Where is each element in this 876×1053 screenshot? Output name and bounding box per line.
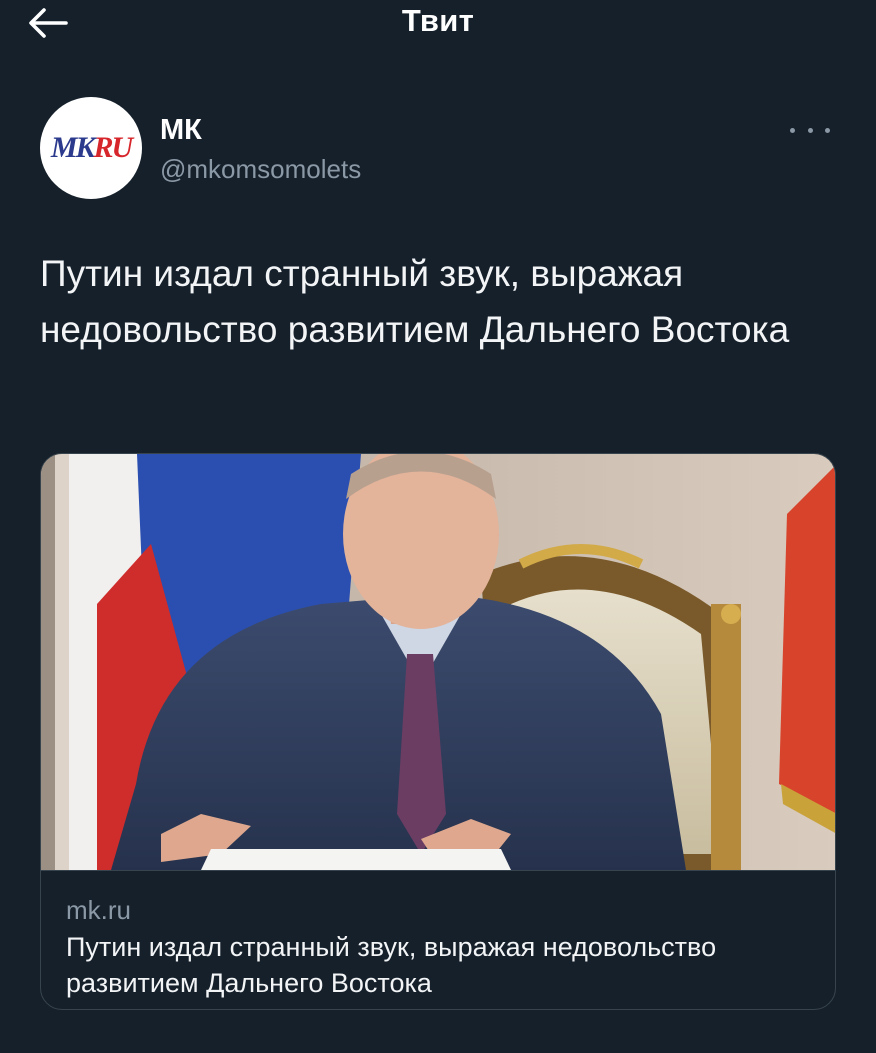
card-domain: mk.ru [66, 895, 131, 925]
link-preview-card[interactable]: mk.ru Путин издал странный звук, выражая… [40, 453, 836, 1010]
tweet-text: Путин издал странный звук, выражая недов… [40, 253, 790, 350]
author-handle[interactable]: @mkomsomolets [160, 154, 361, 185]
logo-part-ru: RU [93, 131, 134, 164]
more-horizontal-icon [807, 127, 813, 133]
more-horizontal-icon [825, 127, 830, 133]
avatar[interactable]: MKRU [40, 97, 142, 199]
page-title: Твит [401, 3, 475, 38]
more-options-button[interactable] [790, 119, 830, 141]
tweet-author: MKRU МК @mkomsomolets [40, 97, 836, 202]
mk-logo: MKRU [40, 131, 142, 165]
card-meta: mk.ru Путин издал странный звук, выражая… [41, 870, 835, 1009]
card-image [41, 454, 835, 870]
top-bar: Твит [0, 0, 876, 52]
more-horizontal-icon [790, 127, 795, 133]
card-title: Путин издал странный звук, выражая недов… [66, 932, 717, 998]
logo-part-mk: MK [50, 131, 96, 164]
author-name[interactable]: МК [160, 114, 202, 147]
